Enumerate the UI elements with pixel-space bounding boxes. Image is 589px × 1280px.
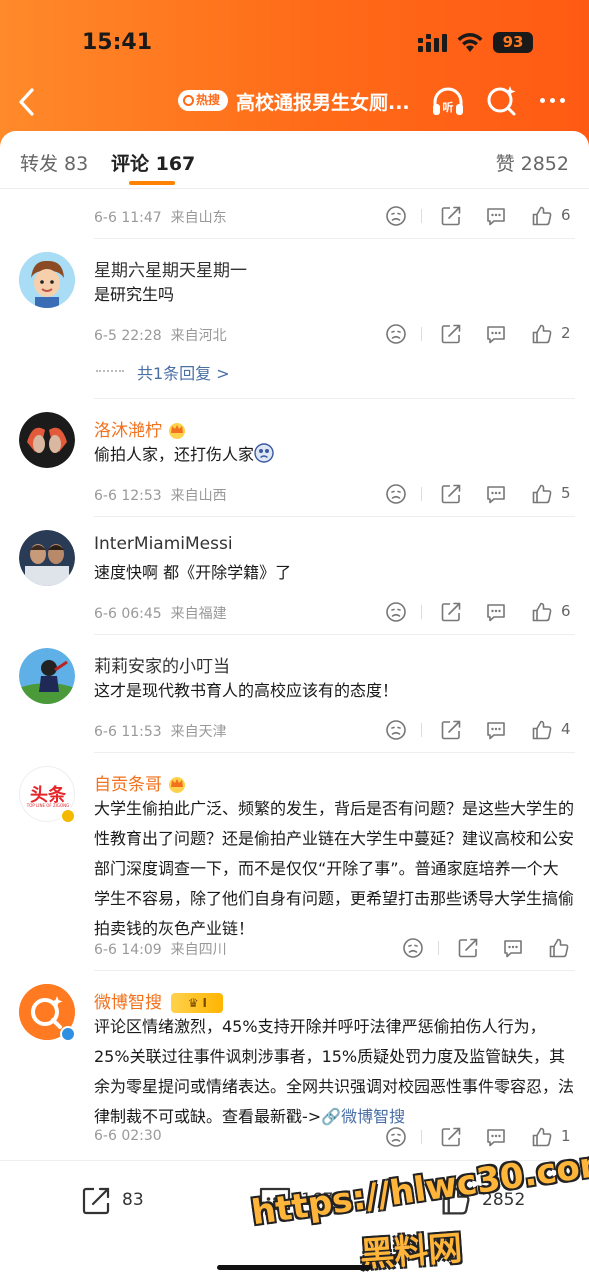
comment-actions: 2 xyxy=(385,323,575,347)
share-icon[interactable] xyxy=(440,1126,462,1148)
share-icon[interactable] xyxy=(440,205,462,227)
vip-crown-icon xyxy=(169,777,185,793)
comment-actions: 4 xyxy=(385,719,575,743)
comment-actions: 1 xyxy=(385,1126,575,1150)
repost-button[interactable]: 83 xyxy=(80,1183,160,1217)
share-icon[interactable] xyxy=(440,719,462,741)
like-count: 6 xyxy=(561,602,571,620)
comment-text: 大学生偷拍此广泛、频繁的发生，背后是否有问题？是这些大学生的性教育出了问题？还是… xyxy=(94,799,575,938)
comment-meta: 6-6 06:45 来自福建 xyxy=(94,606,227,622)
comment-meta: 6-6 14:09 来自四川 xyxy=(94,942,227,958)
comment-text: 速度快啊 都《开除学籍》了 xyxy=(94,563,292,582)
like-count: 1 xyxy=(561,1127,571,1145)
thumbs-up-icon[interactable] xyxy=(548,937,570,959)
reply-icon[interactable] xyxy=(485,601,507,623)
crying-emoji-icon xyxy=(254,443,274,463)
like-count: 2 xyxy=(561,324,571,342)
watermark-name: 黑料网 xyxy=(358,1228,464,1276)
dislike-icon[interactable] xyxy=(385,205,407,227)
thumbs-up-icon[interactable] xyxy=(531,1126,553,1148)
comment-meta: 6-6 12:53 来自山西 xyxy=(94,488,227,504)
comment-text: 是研究生吗 xyxy=(94,285,175,304)
comment-text: 这才是现代教书育人的高校应该有的态度！ xyxy=(94,681,399,700)
verified-badge-icon xyxy=(60,1026,76,1042)
tab-repost[interactable]: 转发 83 xyxy=(20,149,88,176)
top-header: 15:41 93 热搜 高校通报男生女厕... 听 xyxy=(0,0,589,150)
dislike-icon[interactable] xyxy=(385,1126,407,1148)
ai-search-link[interactable]: 🔗微博智搜 xyxy=(321,1107,405,1126)
home-indicator xyxy=(217,1265,372,1270)
comment-text: 评论区情绪激烈，45%支持开除并呼吁法律严惩偷拍伤人行为，25%关联过往事件讽刺… xyxy=(94,1017,575,1126)
view-replies-link[interactable]: 共1条回复 > xyxy=(137,360,230,384)
reply-icon[interactable] xyxy=(502,937,524,959)
comment-meta: 6-6 11:47 来自山东 xyxy=(94,210,227,226)
like-count: 6 xyxy=(561,206,571,224)
vip-crown-icon xyxy=(169,423,185,439)
share-icon[interactable] xyxy=(440,323,462,345)
avatar[interactable] xyxy=(19,412,75,468)
status-bar: 15:41 93 xyxy=(0,0,589,88)
svg-text:听: 听 xyxy=(443,100,454,114)
dislike-icon[interactable] xyxy=(385,483,407,505)
tab-comment[interactable]: 评论 167 xyxy=(111,149,195,176)
comment-username[interactable]: 莉莉安家的小叮当 xyxy=(94,652,230,677)
reply-icon[interactable] xyxy=(485,1126,507,1148)
reply-icon[interactable] xyxy=(485,719,507,741)
comment-meta: 6-6 02:30 xyxy=(94,1128,162,1144)
share-icon[interactable] xyxy=(457,937,479,959)
verified-badge-icon xyxy=(60,808,76,824)
status-time: 15:41 xyxy=(82,30,153,55)
battery-indicator: 93 xyxy=(493,32,533,53)
page-title[interactable]: 高校通报男生女厕... xyxy=(236,88,410,115)
listen-headphones-icon[interactable]: 听 xyxy=(430,84,466,120)
active-tab-indicator xyxy=(129,181,175,185)
hot-search-badge[interactable]: 热搜 xyxy=(178,90,228,111)
dislike-icon[interactable] xyxy=(402,937,424,959)
comment-username[interactable]: InterMiamiMessi xyxy=(94,534,233,554)
comment-username[interactable]: 微博智搜 ♛ I xyxy=(94,988,224,1013)
comment-actions xyxy=(402,937,589,961)
level-badge: ♛ I xyxy=(171,993,224,1013)
share-icon[interactable] xyxy=(440,483,462,505)
comment-username[interactable]: 洛沐滟柠 xyxy=(94,416,187,441)
like-count: 5 xyxy=(561,484,571,502)
avatar[interactable] xyxy=(19,530,75,586)
dislike-icon[interactable] xyxy=(385,719,407,741)
comment-username[interactable]: 自贡条哥 xyxy=(94,770,187,795)
comment-actions: 6 xyxy=(385,601,575,625)
comment-username[interactable]: 星期六星期天星期一 xyxy=(94,256,247,281)
thumbs-up-icon[interactable] xyxy=(531,719,553,741)
tab-like[interactable]: 赞 2852 xyxy=(496,149,569,176)
comment-actions: 6 xyxy=(385,205,575,229)
search-icon xyxy=(183,95,194,106)
tab-bar: 转发 83 评论 167 赞 2852 xyxy=(0,131,589,189)
comment-actions: 5 xyxy=(385,483,575,507)
thumbs-up-icon[interactable] xyxy=(531,323,553,345)
reply-icon[interactable] xyxy=(485,205,507,227)
more-options-icon[interactable] xyxy=(540,98,565,103)
reply-icon[interactable] xyxy=(485,323,507,345)
comment-meta: 6-5 22:28 来自河北 xyxy=(94,328,227,344)
avatar[interactable] xyxy=(19,648,75,704)
share-icon[interactable] xyxy=(440,601,462,623)
dislike-icon[interactable] xyxy=(385,601,407,623)
avatar[interactable] xyxy=(19,252,75,308)
back-arrow-icon[interactable] xyxy=(12,84,40,120)
wifi-icon xyxy=(457,33,483,52)
thumbs-up-icon[interactable] xyxy=(531,601,553,623)
cellular-signal-icon xyxy=(418,34,447,52)
nav-bar: 热搜 高校通报男生女厕... 听 xyxy=(0,80,589,124)
comment-meta: 6-6 11:53 来自天津 xyxy=(94,724,227,740)
reply-icon[interactable] xyxy=(485,483,507,505)
comment-text: 偷拍人家，还打伤人家 xyxy=(94,440,574,470)
repost-icon xyxy=(82,1187,110,1215)
ai-search-icon[interactable] xyxy=(486,84,518,118)
thumbs-up-icon[interactable] xyxy=(531,483,553,505)
dislike-icon[interactable] xyxy=(385,323,407,345)
like-count: 4 xyxy=(561,720,571,738)
thumbs-up-icon[interactable] xyxy=(531,205,553,227)
